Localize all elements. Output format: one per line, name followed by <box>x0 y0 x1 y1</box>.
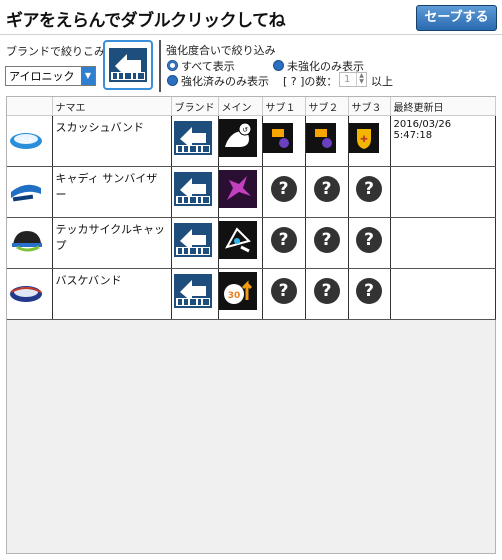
gear-image-cell <box>7 268 53 320</box>
ironic-brand-icon <box>173 121 212 155</box>
main-ability-cell <box>218 217 263 269</box>
unknown-ability-icon: ? <box>270 176 297 202</box>
radio-show-all-label: すべて表示 <box>181 60 235 73</box>
column-header-name[interactable]: ナマエ <box>52 97 172 116</box>
column-header-icon[interactable] <box>7 97 53 116</box>
unknown-ability-icon: ? <box>313 278 340 304</box>
sub-ability-cell: ? <box>348 166 391 218</box>
unknown-ability-icon: ? <box>270 278 297 304</box>
last-ditch-effort-main-icon: 30 <box>218 272 257 310</box>
column-header-main[interactable]: メイン <box>218 97 263 116</box>
radio-icon <box>273 60 284 71</box>
main-ability-cell: ↺ <box>218 115 263 167</box>
svg-text:✚: ✚ <box>360 135 368 145</box>
save-button[interactable]: セーブする <box>416 5 497 31</box>
last-updated <box>390 217 496 269</box>
stealth-jump-main-icon <box>218 170 257 208</box>
headband-icon <box>10 286 42 302</box>
brand-filter-label: ブランドで絞りこみ <box>6 45 105 58</box>
ironic-brand-icon <box>173 274 212 308</box>
question-count-stepper[interactable]: 1 ▲ ▼ <box>339 72 367 87</box>
main-ability-cell: 30 <box>218 268 263 320</box>
brand-dropdown-value: アイロニック <box>9 70 75 83</box>
column-header-sub2[interactable]: サブ２ <box>305 97 349 116</box>
radio-selected-icon <box>167 60 178 71</box>
main-ability-cell <box>218 166 263 218</box>
brand-cell <box>171 268 219 320</box>
comeback-main-icon <box>218 221 257 259</box>
gear-image-cell: ZLE <box>7 115 53 167</box>
last-updated <box>390 166 496 218</box>
sun-visor-icon <box>11 184 41 202</box>
sub-ability-cell: ? <box>305 217 349 269</box>
cycling-cap-icon <box>12 231 42 252</box>
question-count-label: [ ? ]の数： <box>283 75 338 88</box>
svg-text:30: 30 <box>227 291 240 301</box>
table-row[interactable]: テッカサイクルキャップ ? ? ? <box>7 217 496 269</box>
sub-ability-cell: ? <box>348 268 391 320</box>
stepper-value: 1 <box>344 74 351 85</box>
chevron-down-icon[interactable]: ▼ <box>81 67 95 85</box>
column-header-sub1[interactable]: サブ１ <box>262 97 306 116</box>
spin-arrows-icon[interactable]: ▲ ▼ <box>356 73 366 86</box>
gear-name: スカッシュバンド <box>52 115 172 167</box>
unknown-ability-icon: ? <box>356 176 382 202</box>
svg-text:ZLE: ZLE <box>19 137 32 145</box>
radio-icon <box>167 75 178 86</box>
column-header-brand[interactable]: ブランド <box>171 97 219 116</box>
svg-text:↺: ↺ <box>242 126 248 134</box>
brand-cell <box>171 166 219 218</box>
unknown-ability-icon: ? <box>356 278 382 304</box>
ironic-brand-icon <box>173 223 212 257</box>
ink-resistance-sub-icon <box>305 123 336 153</box>
sub-ability-cell: ? <box>305 166 349 218</box>
unknown-ability-icon: ? <box>313 176 340 202</box>
unknown-ability-icon: ? <box>356 227 382 253</box>
gear-name: バスケバンド <box>52 268 172 320</box>
sub-ability-cell: ? <box>262 217 306 269</box>
radio-show-all[interactable]: すべて表示 <box>167 58 235 74</box>
gear-image-cell <box>7 217 53 269</box>
sub-ability-cell: ? <box>348 217 391 269</box>
ironic-brand-icon <box>173 172 212 206</box>
brand-logo-preview <box>103 40 153 90</box>
sub-ability-cell <box>305 115 349 167</box>
table-row[interactable]: バスケバンド 30 ? ? ? <box>7 268 496 320</box>
ironic-brand-icon <box>109 48 147 82</box>
radio-enhanced-label: 強化済みのみ表示 <box>181 75 269 88</box>
table-row[interactable]: キャディ サンバイザー ? ? ? <box>7 166 496 218</box>
question-count-suffix: 以上 <box>371 75 393 88</box>
sub-ability-cell: ✚ <box>348 115 391 167</box>
radio-enhanced-only[interactable]: 強化済みのみ表示 <box>167 73 269 89</box>
column-header-updated[interactable]: 最終更新日 <box>390 97 496 116</box>
ink-saver-main-icon: ↺ <box>218 119 257 157</box>
ink-resistance-sub-icon <box>262 123 293 153</box>
brand-cell <box>171 217 219 269</box>
filter-separator <box>159 40 161 92</box>
column-header-sub3[interactable]: サブ３ <box>348 97 391 116</box>
defense-up-sub-icon: ✚ <box>348 123 379 153</box>
sub-ability-cell: ? <box>262 166 306 218</box>
gear-table: ナマエ ブランド メイン サブ１ サブ２ サブ３ 最終更新日 ZLE スカッシュ… <box>7 97 496 320</box>
brand-dropdown[interactable]: アイロニック ▼ <box>5 66 96 86</box>
unknown-ability-icon: ? <box>313 227 340 253</box>
page-title: ギアをえらんでダブルクリックしてね <box>6 11 286 31</box>
unknown-ability-icon: ? <box>270 227 297 253</box>
table-header: ナマエ ブランド メイン サブ１ サブ２ サブ３ 最終更新日 <box>7 97 496 116</box>
table-row[interactable]: ZLE スカッシュバンド ↺ ✚ 2016/03/26 5:47:18 <box>7 115 496 167</box>
sub-ability-cell <box>262 115 306 167</box>
last-updated: 2016/03/26 5:47:18 <box>390 115 496 167</box>
gear-name: テッカサイクルキャップ <box>52 217 172 269</box>
brand-cell <box>171 115 219 167</box>
gear-name: キャディ サンバイザー <box>52 166 172 218</box>
sub-ability-cell: ? <box>262 268 306 320</box>
gear-image-cell <box>7 166 53 218</box>
gear-table-container[interactable]: ナマエ ブランド メイン サブ１ サブ２ サブ３ 最終更新日 ZLE スカッシュ… <box>6 96 496 554</box>
headband-icon: ZLE <box>10 133 42 149</box>
strength-filter-label: 強化度合いで絞り込み <box>166 44 276 57</box>
last-updated <box>390 268 496 320</box>
header-divider <box>0 34 502 35</box>
sub-ability-cell: ? <box>305 268 349 320</box>
